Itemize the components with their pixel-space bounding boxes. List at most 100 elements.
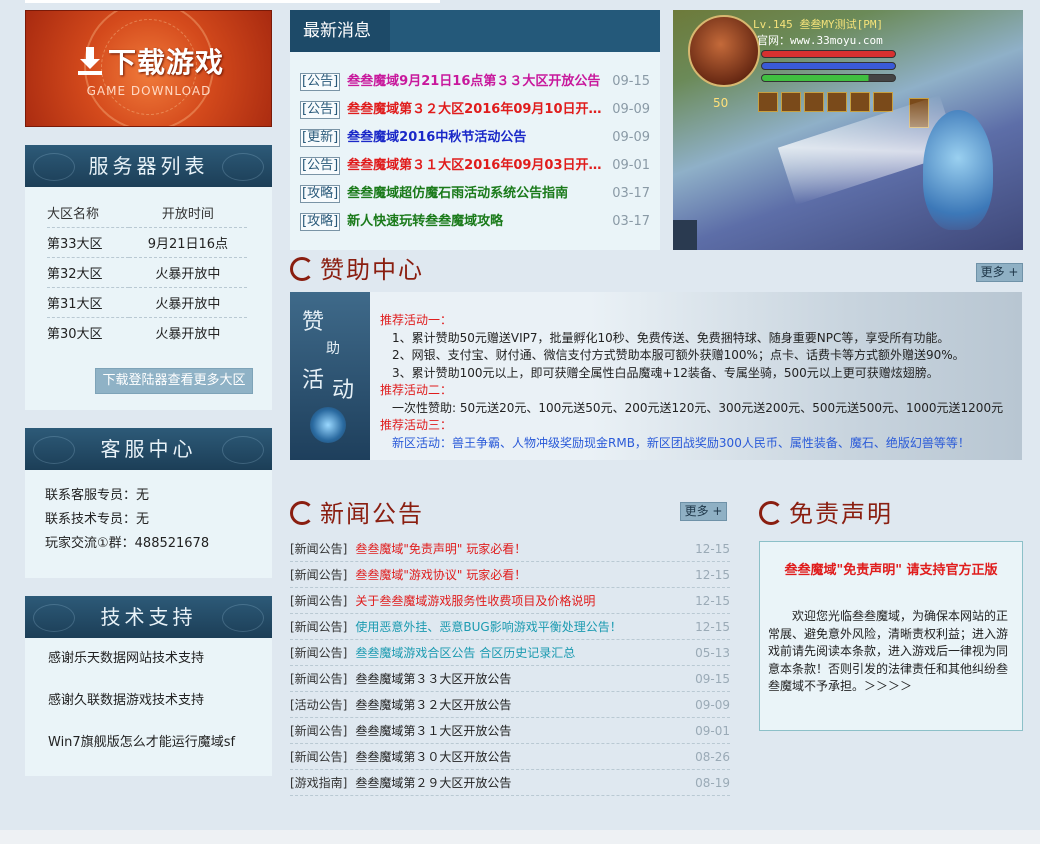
skill-icon xyxy=(850,92,870,112)
list-item[interactable]: [新闻公告] 叁叁魔域第３０大区开放公告 08-26 xyxy=(290,744,730,770)
download-launcher-button[interactable]: 下载登陆器查看更多大区 xyxy=(95,368,253,394)
disclaimer-section-title: 免责声明 xyxy=(759,494,893,529)
news-category: [新闻公告] xyxy=(290,672,348,686)
news-title[interactable]: 新人快速玩转叁叁魔域攻略 xyxy=(347,208,612,236)
download-icon xyxy=(78,47,102,75)
list-item[interactable]: [攻略] 叁叁魔域超仿魔石雨活动系统公告指南 03-17 xyxy=(300,180,650,208)
sponsor-content: 推荐活动一： 1、累计赞助50元赠送VIP7，批量孵化10秒、免费传送、免费捆特… xyxy=(380,312,1003,452)
list-item[interactable]: [公告] 叁叁魔域第３２大区2016年09月10日开放公告 09-09 xyxy=(300,96,650,124)
news-link[interactable]: 叁叁魔域"游戏协议" 玩家必看！ xyxy=(355,568,526,582)
rec-1-line-2: 2、网银、支付宝、财付通、微信支付方式赞助本服可额外获赠100%；点卡、话费卡等… xyxy=(392,348,965,362)
bottom-bar xyxy=(0,830,1040,844)
news-link[interactable]: 叁叁魔域第３１大区开放公告 xyxy=(355,724,511,738)
news-title[interactable]: 叁叁魔域超仿魔石雨活动系统公告指南 xyxy=(347,180,612,208)
news-category: [新闻公告] xyxy=(290,724,348,738)
rec-1-line-1: 1、累计赞助50元赠送VIP7，批量孵化10秒、免费传送、免费捆特球、随身重要N… xyxy=(392,330,950,345)
news-category: [新闻公告] xyxy=(290,620,348,634)
news-tag: [公告] xyxy=(300,101,341,119)
server-name: 第32大区 xyxy=(47,256,129,287)
skill-icon xyxy=(758,92,778,112)
hero-level: Lv.145 叁叁MY测试[PM] xyxy=(753,18,884,31)
list-item[interactable]: [公告] 叁叁魔域第３１大区2016年09月03日开放公告 09-01 xyxy=(300,152,650,180)
news-title-text: 新闻公告 xyxy=(320,500,424,528)
col-open-time: 开放时间 xyxy=(161,207,214,223)
table-row[interactable]: 第31大区 火暴开放中 xyxy=(47,286,247,317)
news-link[interactable]: 叁叁魔域"免责声明" 玩家必看！ xyxy=(355,542,526,556)
news-date: 03-17 xyxy=(612,186,650,201)
table-row[interactable]: 第32大区 火暴开放中 xyxy=(47,256,247,287)
latest-news-tab[interactable]: 最新消息 xyxy=(290,10,390,52)
cs-player-group: 玩家交流①群：488521678 xyxy=(45,536,210,551)
download-subtitle: GAME DOWNLOAD xyxy=(86,84,212,98)
customer-service-title: 客服中心 xyxy=(25,428,272,470)
news-category: [游戏指南] xyxy=(290,776,348,790)
list-item[interactable]: [新闻公告] 关于叁叁魔域游戏服务性收费项目及价格说明 12-15 xyxy=(290,588,730,614)
list-item[interactable]: [活动公告] 叁叁魔域第３２大区开放公告 09-09 xyxy=(290,692,730,718)
news-link[interactable]: 叁叁魔域游戏合区公告 合区历史记录汇总 xyxy=(355,646,575,660)
disclaimer-panel: 叁叁魔域"免责声明" 请支持官方正版 欢迎您光临叁叁魔域，为确保本网站的正常展、… xyxy=(759,541,1023,731)
server-list-panel: 服务器列表 大区名称 开放时间 第33大区 9月21日16点 第32大区 火暴开放中… xyxy=(25,145,272,410)
news-section-title: 新闻公告 xyxy=(290,494,424,529)
news-tag: [攻略] xyxy=(300,213,341,231)
list-item[interactable]: [新闻公告] 叁叁魔域第３３大区开放公告 09-15 xyxy=(290,666,730,692)
news-date: 08-19 xyxy=(695,776,730,790)
server-table-header: 大区名称 开放时间 xyxy=(47,199,247,227)
news-title[interactable]: 叁叁魔域第３１大区2016年09月03日开放公告 xyxy=(347,152,612,180)
news-link[interactable]: 使用恶意外挂、恶意BUG影响游戏平衡处理公告！ xyxy=(355,620,621,634)
news-title[interactable]: 叁叁魔域9月21日16点第３３大区开放公告 xyxy=(347,68,612,96)
news-link[interactable]: 叁叁魔域第３３大区开放公告 xyxy=(355,672,511,686)
sponsor-side-banner: 赞 助 活 动 xyxy=(290,292,370,460)
server-time: 火暴开放中 xyxy=(128,256,247,287)
news-title[interactable]: 叁叁魔域第３２大区2016年09月10日开放公告 xyxy=(347,96,612,124)
news-notice-list: [新闻公告] 叁叁魔域"免责声明" 玩家必看！ 12-15 [新闻公告] 叁叁魔域"游… xyxy=(290,536,730,796)
news-category: [新闻公告] xyxy=(290,594,348,608)
news-link[interactable]: 叁叁魔域第２９大区开放公告 xyxy=(355,776,511,790)
news-date: 03-17 xyxy=(612,214,650,229)
side-char: 活 xyxy=(302,368,325,393)
table-row[interactable]: 第33大区 9月21日16点 xyxy=(47,226,247,257)
tech-support-link[interactable]: 感谢乐天数据网站技术支持 xyxy=(48,638,272,680)
table-row[interactable]: 第30大区 火暴开放中 xyxy=(47,316,247,347)
server-name: 第31大区 xyxy=(47,286,129,317)
server-table: 大区名称 开放时间 第33大区 9月21日16点 第32大区 火暴开放中 第31大区… xyxy=(47,199,247,347)
list-item[interactable]: [攻略] 新人快速玩转叁叁魔域攻略 03-17 xyxy=(300,208,650,236)
server-time: 9月21日16点 xyxy=(128,226,247,257)
list-item[interactable]: [新闻公告] 叁叁魔域"游戏协议" 玩家必看！ 12-15 xyxy=(290,562,730,588)
list-item[interactable]: [公告] 叁叁魔域9月21日16点第３３大区开放公告 09-15 xyxy=(300,68,650,96)
list-item[interactable]: [游戏指南] 叁叁魔域第２９大区开放公告 08-19 xyxy=(290,770,730,796)
rec-3-line[interactable]: 新区活动：兽王争霸、人物冲级奖励现金RMB，新区团战奖励300人民币、属性装备、… xyxy=(380,435,1003,453)
sponsor-more-button[interactable]: 更多 + xyxy=(976,263,1023,282)
news-title[interactable]: 叁叁魔域2016中秋节活动公告 xyxy=(347,124,612,152)
gem-icon xyxy=(310,407,346,443)
news-date: 05-13 xyxy=(695,646,730,660)
news-more-button[interactable]: 更多 + xyxy=(680,502,727,521)
tech-support-panel: 技术支持 感谢乐天数据网站技术支持 感谢久联数据游戏技术支持 Win7旗舰版怎么… xyxy=(25,596,272,776)
list-item[interactable]: [更新] 叁叁魔域2016中秋节活动公告 09-09 xyxy=(300,124,650,152)
download-title: 下载游戏 xyxy=(108,46,225,79)
skill-icon xyxy=(781,92,801,112)
news-link[interactable]: 叁叁魔域第３０大区开放公告 xyxy=(355,750,511,764)
latest-news-header: 最新消息 xyxy=(290,10,660,52)
tech-support-link[interactable]: 感谢久联数据游戏技术支持 xyxy=(48,680,272,722)
tech-support-link[interactable]: Win7旗舰版怎么才能运行魔域sf xyxy=(48,722,272,764)
news-link[interactable]: 叁叁魔域第３２大区开放公告 xyxy=(355,698,511,712)
list-item[interactable]: [新闻公告] 叁叁魔域第３１大区开放公告 09-01 xyxy=(290,718,730,744)
game-screenshot[interactable]: Lv.145 叁叁MY测试[PM] 官网：www.33moyu.com 50 xyxy=(673,10,1023,250)
news-link[interactable]: 关于叁叁魔域游戏服务性收费项目及价格说明 xyxy=(355,594,595,608)
server-time: 火暴开放中 xyxy=(128,286,247,317)
news-category: [新闻公告] xyxy=(290,568,348,582)
latest-news-list: [公告] 叁叁魔域9月21日16点第３３大区开放公告 09-15 [公告] 叁叁魔域第… xyxy=(290,52,660,236)
news-tag: [攻略] xyxy=(300,185,341,203)
news-date: 12-15 xyxy=(695,542,730,556)
server-list-title: 服务器列表 xyxy=(25,145,272,187)
list-item[interactable]: [新闻公告] 叁叁魔域"免责声明" 玩家必看！ 12-15 xyxy=(290,536,730,562)
rec-1-label: 推荐活动一： xyxy=(380,313,453,327)
col-server-name: 大区名称 xyxy=(47,207,100,223)
disclaimer-headline[interactable]: 叁叁魔域"免责声明" 请支持官方正版 xyxy=(760,559,1022,578)
list-item[interactable]: [新闻公告] 叁叁魔域游戏合区公告 合区历史记录汇总 05-13 xyxy=(290,640,730,666)
hp-bar xyxy=(761,50,896,58)
news-tag: [更新] xyxy=(300,129,341,147)
list-item[interactable]: [新闻公告] 使用恶意外挂、恶意BUG影响游戏平衡处理公告！ 12-15 xyxy=(290,614,730,640)
download-game-banner[interactable]: 下载游戏 GAME DOWNLOAD xyxy=(25,10,272,127)
news-date: 09-15 xyxy=(612,74,650,89)
